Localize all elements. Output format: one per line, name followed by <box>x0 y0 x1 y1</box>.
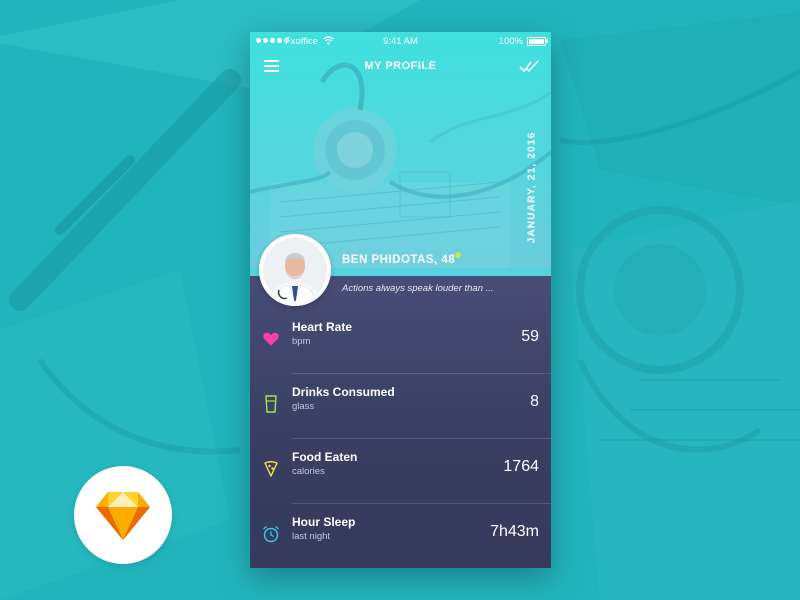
stat-value: 8 <box>530 393 539 410</box>
avatar[interactable] <box>259 234 331 306</box>
sketch-app-badge <box>74 466 172 564</box>
stat-row-food[interactable]: Food Eaten calories 1764 <box>250 438 551 503</box>
battery-cap <box>546 39 548 43</box>
alarm-clock-icon <box>262 525 280 543</box>
sketch-diamond-icon <box>96 492 150 540</box>
stat-unit: last night <box>292 531 331 542</box>
profile-date: JANUARY, 21, 2016 <box>521 131 543 243</box>
heart-icon <box>262 330 280 348</box>
dribbble-shot: Fxoffice 9:41 AM 100% MY PROFILE JANUARY… <box>0 0 800 600</box>
user-portrait <box>259 234 331 306</box>
user-name: BEN PHIDOTAS, 48 <box>342 254 456 266</box>
navigation-bar: MY PROFILE <box>250 52 551 80</box>
status-bar: Fxoffice 9:41 AM 100% <box>250 32 551 50</box>
stat-row-drinks[interactable]: Drinks Consumed glass 8 <box>250 373 551 438</box>
stat-title: Drinks Consumed <box>292 385 395 399</box>
stat-title: Food Eaten <box>292 450 358 464</box>
stat-value: 1764 <box>503 458 539 475</box>
stat-title: Hour Sleep <box>292 515 356 529</box>
stat-unit: bpm <box>292 336 311 347</box>
battery-percentage: 100% <box>498 36 523 47</box>
stat-unit: glass <box>292 401 315 412</box>
pizza-icon <box>262 460 280 478</box>
profile-date-text: JANUARY, 21, 2016 <box>526 131 538 243</box>
stat-row-heart-rate[interactable]: Heart Rate bpm 59 <box>250 308 551 373</box>
stat-title: Heart Rate <box>292 320 353 334</box>
stat-row-sleep[interactable]: Hour Sleep last night 7h43m <box>250 503 551 568</box>
stat-value: 59 <box>521 328 539 345</box>
online-status-dot <box>455 252 461 258</box>
stat-value: 7h43m <box>490 523 539 540</box>
stat-unit: calories <box>292 466 325 477</box>
battery-icon <box>527 37 546 46</box>
glass-icon <box>262 395 280 413</box>
stats-panel: Actions always speak louder than ... Hea… <box>250 276 551 568</box>
user-quote: Actions always speak louder than ... <box>342 283 494 294</box>
page-title: MY PROFILE <box>364 60 437 72</box>
double-check-icon[interactable] <box>519 59 541 73</box>
phone-screen: Fxoffice 9:41 AM 100% MY PROFILE JANUARY… <box>250 32 551 568</box>
